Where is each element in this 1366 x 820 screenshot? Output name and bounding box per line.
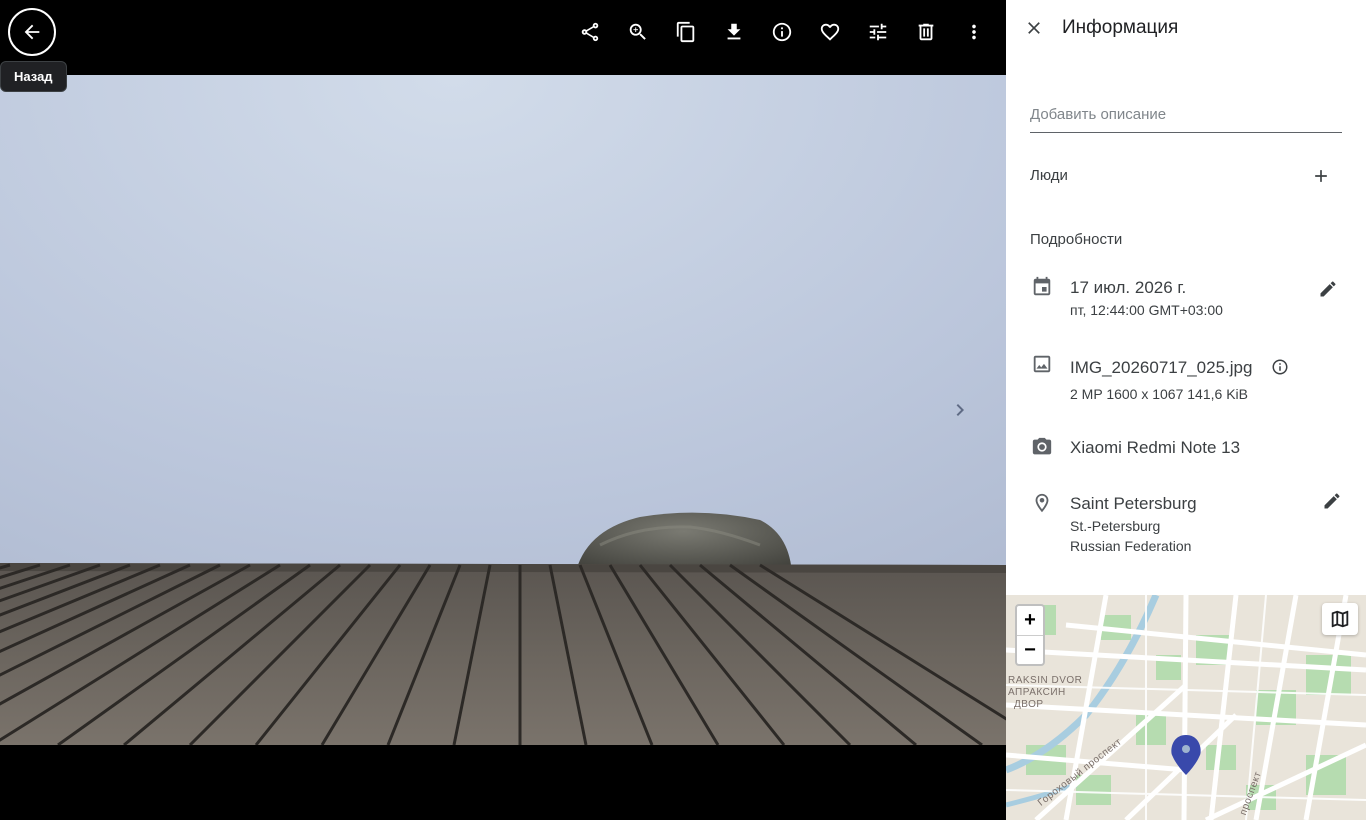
camera-model-text: Xiaomi Redmi Note 13 — [1070, 438, 1241, 457]
copy-button[interactable] — [662, 8, 710, 56]
file-name-text: IMG_20260717_025.jpg — [1070, 358, 1253, 377]
edit-location-button[interactable] — [1319, 488, 1345, 514]
share-icon — [581, 22, 599, 42]
map-zoom-out-button[interactable]: − — [1017, 635, 1043, 664]
panel-title: Информация — [1062, 17, 1179, 38]
location-pin-icon — [1030, 491, 1054, 515]
photo-viewer: Назад — [0, 0, 1006, 820]
pencil-icon — [1320, 281, 1336, 297]
edit-date-button[interactable] — [1315, 276, 1341, 302]
info-outline-icon — [1272, 359, 1288, 375]
map-type-button[interactable] — [1322, 603, 1358, 635]
more-button[interactable] — [950, 8, 998, 56]
download-button[interactable] — [710, 8, 758, 56]
file-size-text: 2 MP 1600 x 1067 141,6 KiB — [1070, 386, 1248, 402]
photo — [0, 75, 1006, 745]
download-icon — [727, 23, 741, 40]
info-panel: Информация Люди Подробности 17 июл. 2026… — [1006, 0, 1366, 820]
calendar-icon — [1030, 275, 1054, 299]
chevron-right-icon — [956, 404, 964, 416]
heart-icon — [820, 23, 840, 41]
info-icon — [772, 22, 792, 42]
toolbar — [566, 8, 998, 56]
plus-icon — [1315, 170, 1327, 182]
details-label: Подробности — [1030, 231, 1123, 248]
back-tooltip: Назад — [0, 61, 67, 92]
location-city-text: Saint Petersburg — [1070, 494, 1197, 513]
info-button[interactable] — [758, 8, 806, 56]
time-text: пт, 12:44:00 GMT+03:00 — [1070, 302, 1223, 318]
map-zoom-in-button[interactable]: + — [1017, 606, 1043, 635]
arrow-back-icon — [24, 24, 40, 40]
image-icon — [1030, 352, 1054, 376]
map-label: ДВОР — [1014, 699, 1044, 710]
zoom-in-icon — [629, 23, 646, 40]
camera-icon — [1030, 435, 1054, 459]
people-label: Люди — [1030, 167, 1068, 184]
date-text: 17 июл. 2026 г. — [1070, 278, 1187, 297]
more-vert-icon — [972, 24, 976, 40]
copy-icon — [676, 21, 695, 43]
next-photo-button[interactable] — [940, 390, 980, 430]
file-info-button[interactable] — [1267, 354, 1293, 380]
pencil-icon — [1324, 493, 1340, 509]
delete-button[interactable] — [902, 8, 950, 56]
edit-photo-button[interactable] — [854, 8, 902, 56]
close-button[interactable] — [1020, 14, 1048, 42]
location-country-text: Russian Federation — [1070, 538, 1192, 554]
trash-icon — [918, 23, 934, 41]
location-region-text: St.-Petersburg — [1070, 518, 1161, 534]
location-map[interactable]: RAKSIN DVOR АПРАКСИН ДВОР Гороховый прос… — [1006, 595, 1366, 820]
map-zoom-controls: + − — [1015, 604, 1045, 666]
close-icon — [1028, 22, 1040, 34]
share-button[interactable] — [566, 8, 614, 56]
map-icon — [1331, 610, 1349, 628]
add-people-button[interactable] — [1308, 163, 1334, 189]
zoom-button[interactable] — [614, 8, 662, 56]
map-label: RAKSIN DVOR — [1008, 675, 1083, 686]
favorite-button[interactable] — [806, 8, 854, 56]
map-label: АПРАКСИН — [1008, 687, 1066, 698]
back-button[interactable] — [8, 8, 56, 56]
tune-icon — [869, 23, 887, 41]
description-input[interactable] — [1030, 96, 1342, 133]
